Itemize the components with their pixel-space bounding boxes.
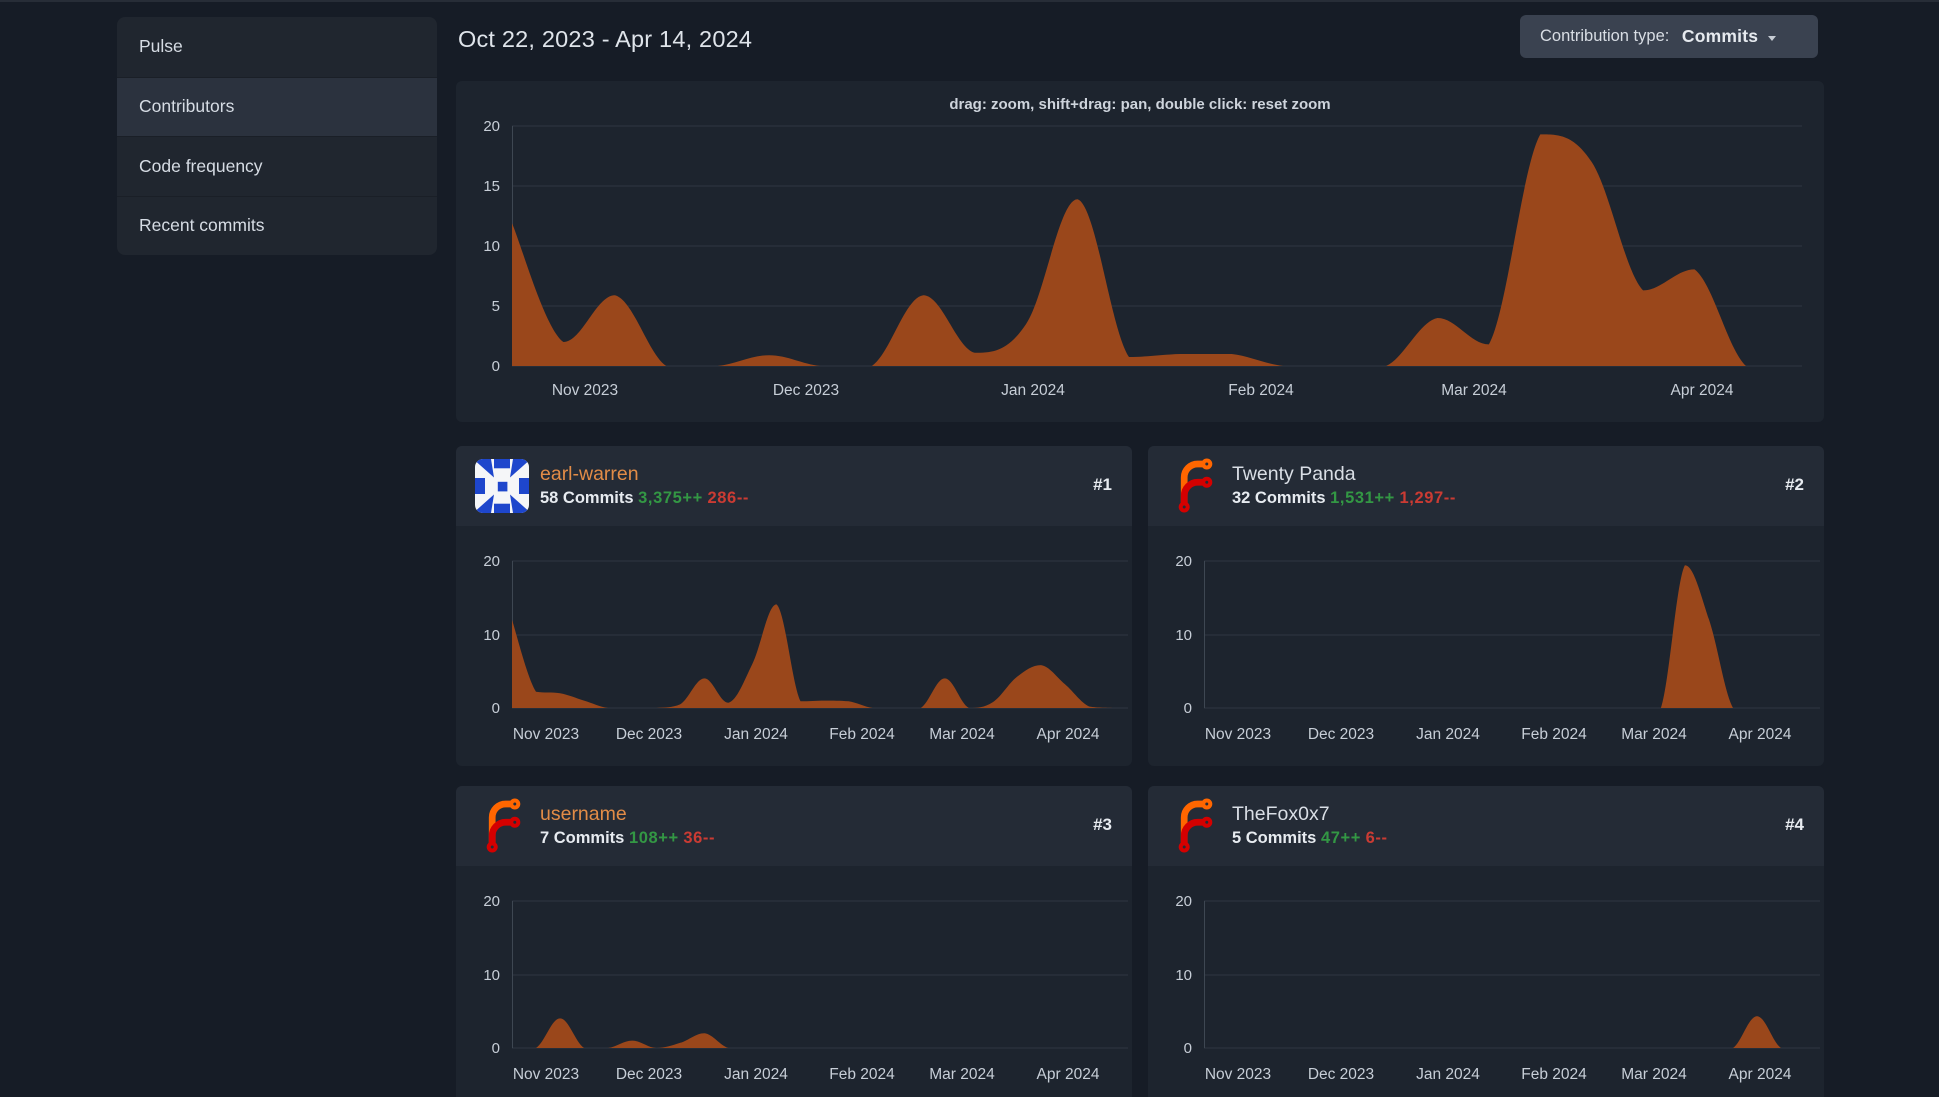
svg-text:Nov 2023: Nov 2023: [513, 1066, 579, 1083]
svg-text:20: 20: [1175, 553, 1192, 570]
svg-text:15: 15: [483, 178, 500, 195]
svg-text:20: 20: [483, 893, 500, 910]
svg-text:Dec 2023: Dec 2023: [1308, 1066, 1374, 1083]
svg-text:Jan 2024: Jan 2024: [724, 1066, 788, 1083]
svg-text:Feb 2024: Feb 2024: [1228, 382, 1294, 399]
svg-text:Feb 2024: Feb 2024: [829, 1066, 895, 1083]
svg-text:Feb 2024: Feb 2024: [829, 726, 895, 743]
svg-text:Apr 2024: Apr 2024: [1037, 726, 1100, 743]
svg-text:Feb 2024: Feb 2024: [1521, 1066, 1587, 1083]
svg-text:Nov 2023: Nov 2023: [1205, 726, 1271, 743]
svg-text:Dec 2023: Dec 2023: [1308, 726, 1374, 743]
svg-text:Jan 2024: Jan 2024: [1416, 1066, 1480, 1083]
svg-text:Jan 2024: Jan 2024: [1001, 382, 1065, 399]
svg-text:Mar 2024: Mar 2024: [929, 1066, 995, 1083]
svg-text:0: 0: [492, 1040, 500, 1057]
svg-text:0: 0: [1184, 700, 1192, 717]
svg-text:20: 20: [483, 118, 500, 135]
svg-text:0: 0: [492, 358, 500, 375]
svg-text:10: 10: [483, 627, 500, 644]
svg-text:10: 10: [483, 967, 500, 984]
svg-text:Apr 2024: Apr 2024: [1729, 1066, 1792, 1083]
svg-text:Apr 2024: Apr 2024: [1671, 382, 1734, 399]
svg-text:Nov 2023: Nov 2023: [552, 382, 618, 399]
svg-text:Feb 2024: Feb 2024: [1521, 726, 1587, 743]
svg-text:Nov 2023: Nov 2023: [513, 726, 579, 743]
svg-text:Mar 2024: Mar 2024: [1621, 1066, 1687, 1083]
svg-text:Dec 2023: Dec 2023: [773, 382, 839, 399]
svg-text:Nov 2023: Nov 2023: [1205, 1066, 1271, 1083]
svg-text:Apr 2024: Apr 2024: [1037, 1066, 1100, 1083]
svg-text:Mar 2024: Mar 2024: [929, 726, 995, 743]
svg-text:Mar 2024: Mar 2024: [1621, 726, 1687, 743]
svg-text:Mar 2024: Mar 2024: [1441, 382, 1507, 399]
svg-text:Jan 2024: Jan 2024: [724, 726, 788, 743]
svg-text:Dec 2023: Dec 2023: [616, 1066, 682, 1083]
svg-text:10: 10: [483, 238, 500, 255]
svg-text:Jan 2024: Jan 2024: [1416, 726, 1480, 743]
svg-text:Dec 2023: Dec 2023: [616, 726, 682, 743]
svg-text:5: 5: [492, 298, 500, 315]
svg-text:0: 0: [1184, 1040, 1192, 1057]
svg-text:Apr 2024: Apr 2024: [1729, 726, 1792, 743]
svg-text:20: 20: [483, 553, 500, 570]
svg-text:10: 10: [1175, 967, 1192, 984]
svg-text:10: 10: [1175, 627, 1192, 644]
svg-text:0: 0: [492, 700, 500, 717]
svg-text:20: 20: [1175, 893, 1192, 910]
